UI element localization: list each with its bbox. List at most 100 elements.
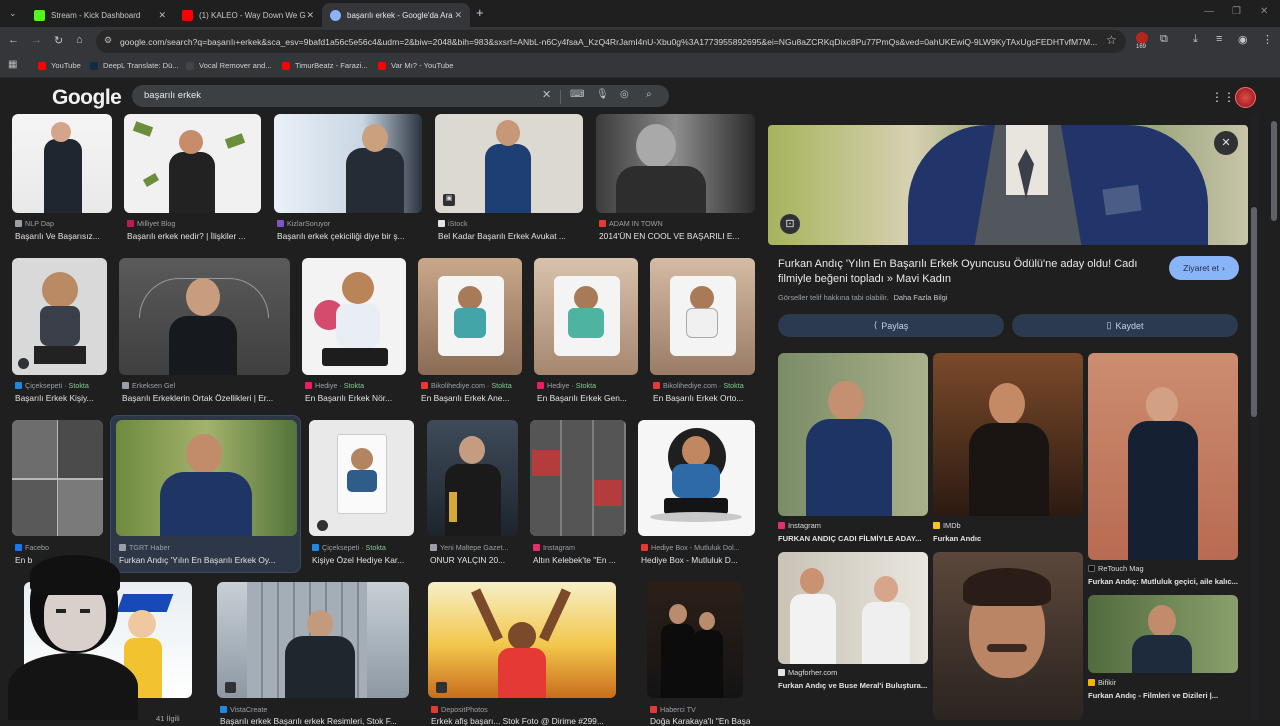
media-controls-icon[interactable]: ≡: [1216, 33, 1222, 45]
forward-icon[interactable]: →: [31, 34, 42, 46]
result-title[interactable]: Furkan Andıç 'Yılın En Başarılı Erkek Oy…: [119, 555, 297, 565]
bookmark-star-icon[interactable]: ☆: [1106, 33, 1117, 47]
tab-search-chevron-icon[interactable]: ⌄: [9, 8, 17, 19]
result-title[interactable]: Başarılı erkek nedir? | İlişkiler ...: [127, 231, 260, 241]
result-title[interactable]: ONUR YALÇIN 20...: [430, 555, 518, 565]
apps-grid-icon[interactable]: ▦: [8, 59, 17, 70]
result-title[interactable]: Altın Kelebek'te "En ...: [533, 555, 625, 565]
related-image[interactable]: [778, 552, 928, 664]
google-logo[interactable]: Google: [52, 86, 122, 110]
result-image[interactable]: [12, 114, 112, 213]
close-icon[interactable]: ✕: [454, 10, 462, 21]
result-title[interactable]: En b: [15, 555, 45, 565]
related-image[interactable]: [1088, 595, 1238, 673]
related-title[interactable]: Furkan Andıç - Filmleri ve Dizileri |...: [1088, 691, 1238, 700]
site-info-icon[interactable]: ⚙: [104, 35, 112, 46]
search-icon[interactable]: ⌕: [646, 89, 652, 100]
result-image[interactable]: [596, 114, 755, 213]
result-title[interactable]: Erkek afiş başarı... Stok Foto @ Dirime …: [431, 716, 613, 726]
download-icon[interactable]: ⤓: [1193, 33, 1198, 46]
result-image[interactable]: [530, 420, 626, 536]
home-icon[interactable]: ⌂: [76, 34, 83, 46]
result-image[interactable]: ▣: [435, 114, 583, 213]
close-panel-button[interactable]: ✕: [1214, 131, 1238, 155]
avatar[interactable]: [1235, 87, 1256, 108]
browser-menu-icon[interactable]: ⋮: [1262, 33, 1273, 46]
window-close-icon[interactable]: ✕: [1260, 6, 1268, 17]
related-count[interactable]: 41 İlgili: [156, 714, 196, 723]
lens-icon[interactable]: ◎: [620, 89, 629, 100]
related-image[interactable]: [778, 353, 928, 516]
result-image[interactable]: [647, 582, 743, 698]
result-title[interactable]: En Başarılı Erkek Nör...: [305, 393, 405, 403]
result-image[interactable]: [274, 114, 422, 213]
related-image[interactable]: [933, 353, 1083, 516]
tab-google-search[interactable]: başarılı erkek - Google'da Ara ✕: [322, 3, 470, 27]
result-title[interactable]: Başarılı erkek çekiciliği diye bir ş...: [277, 231, 420, 241]
search-input[interactable]: başarılı erkek: [132, 85, 669, 107]
profile-icon[interactable]: ◉: [1238, 33, 1248, 46]
extensions-icon[interactable]: ⧉: [1160, 33, 1168, 46]
bookmark-vocal-remover[interactable]: Vocal Remover and...: [186, 61, 272, 70]
result-title[interactable]: En Başarılı Erkek Gen...: [537, 393, 637, 403]
result-image[interactable]: [428, 582, 616, 698]
result-image[interactable]: [638, 420, 755, 536]
related-title[interactable]: Furkan Andıç ve Buse Meral'i Buluştura..…: [778, 681, 928, 690]
related-title[interactable]: Furkan Andıç: Mutluluk geçici, aile kalı…: [1088, 577, 1238, 586]
scrollbar-thumb[interactable]: [1271, 121, 1277, 221]
result-image[interactable]: [418, 258, 522, 375]
close-icon[interactable]: ✕: [306, 10, 314, 21]
minimize-icon[interactable]: —: [1204, 6, 1214, 17]
bookmark-youtube[interactable]: YouTube: [38, 61, 81, 70]
result-image[interactable]: [12, 420, 103, 536]
result-title[interactable]: Kişiye Özel Hediye Kar...: [312, 555, 412, 565]
panel-title[interactable]: Furkan Andıç 'Yılın En Başarılı Erkek Oy…: [778, 257, 1158, 287]
bookmark-timurbeatz[interactable]: TimurBeatz - Farazi...: [282, 61, 368, 70]
result-title[interactable]: 2014'ÜN EN COOL VE BAŞARILI E...: [599, 231, 751, 241]
result-title[interactable]: Başarılı Erkeklerin Ortak Özellikleri | …: [122, 393, 290, 403]
result-title[interactable]: En Başarılı Erkek Ane...: [421, 393, 521, 403]
lens-search-icon[interactable]: ⊡: [780, 214, 800, 234]
more-info-link[interactable]: Daha Fazla Bilgi: [894, 293, 948, 302]
result-title[interactable]: En Başarılı Erkek Orto...: [653, 393, 753, 403]
bookmark-deepl[interactable]: DeepL Translate: Dü...: [90, 61, 179, 70]
scrollbar-thumb[interactable]: [1251, 207, 1257, 417]
close-icon[interactable]: ✕: [158, 10, 166, 21]
result-image[interactable]: [650, 258, 755, 375]
extension-badge-icon[interactable]: [1136, 32, 1148, 44]
related-image[interactable]: [933, 552, 1083, 720]
result-image[interactable]: [116, 420, 297, 536]
result-image[interactable]: [302, 258, 406, 375]
save-button[interactable]: ▯ Kaydet: [1012, 314, 1238, 337]
tab-youtube[interactable]: (1) KALEO - Way Down We Go ✕: [174, 3, 322, 27]
visit-button[interactable]: Ziyaret et ›: [1169, 256, 1239, 280]
result-title[interactable]: Hediye Box - Mutluluk D...: [641, 555, 753, 565]
result-image[interactable]: [217, 582, 409, 698]
result-image[interactable]: [534, 258, 638, 375]
clear-search-icon[interactable]: ✕: [542, 88, 551, 101]
result-title[interactable]: Başarılı Ve Başarısız...: [15, 231, 110, 241]
result-image[interactable]: [427, 420, 518, 536]
share-button[interactable]: ⟨ Paylaş: [778, 314, 1004, 337]
result-title[interactable]: Başarılı Erkek Kişiy...: [15, 393, 107, 403]
panel-scrollbar[interactable]: [1250, 115, 1258, 720]
back-icon[interactable]: ←: [8, 34, 19, 46]
related-title[interactable]: Furkan Andıc: [933, 534, 1083, 543]
google-apps-icon[interactable]: ⋮⋮: [1211, 90, 1235, 104]
mic-icon[interactable]: 🎙: [596, 89, 609, 100]
reload-icon[interactable]: ↻: [54, 34, 63, 47]
preview-image[interactable]: [768, 125, 1248, 245]
bookmark-var-mi[interactable]: Var Mı? - YouTube: [378, 61, 453, 70]
related-title[interactable]: FURKAN ANDIÇ CADI FİLMİYLE ADAY...: [778, 534, 928, 543]
tab-kick[interactable]: Stream - Kick Dashboard ✕: [26, 3, 174, 27]
result-title[interactable]: Başarılı erkek Başarılı erkek Resimleri,…: [220, 716, 406, 726]
page-scrollbar[interactable]: [1270, 115, 1278, 720]
result-image[interactable]: [12, 258, 107, 375]
keyboard-icon[interactable]: ⌨: [570, 89, 584, 100]
result-image[interactable]: [119, 258, 290, 375]
result-title[interactable]: Bel Kadar Başarılı Erkek Avukat ...: [438, 231, 581, 241]
result-image[interactable]: [309, 420, 414, 536]
related-image[interactable]: [1088, 353, 1238, 560]
result-image[interactable]: [24, 582, 192, 698]
new-tab-button[interactable]: +: [476, 5, 484, 20]
